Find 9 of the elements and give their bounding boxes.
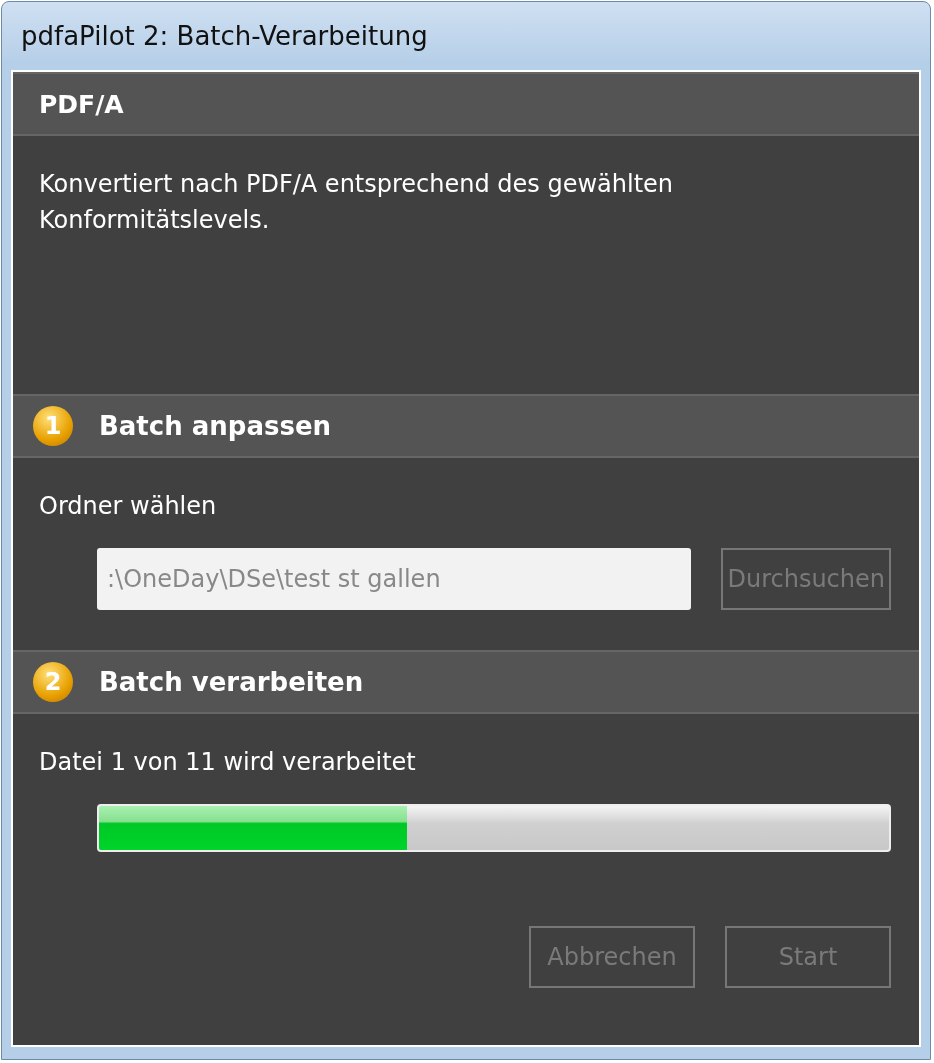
- step-number-badge: 1: [33, 406, 73, 446]
- section-title: Batch anpassen: [99, 411, 332, 441]
- section-label: Datei 1 von 11 wird verarbeitet: [39, 748, 417, 776]
- section-title: Batch verarbeiten: [99, 667, 364, 697]
- header-title: PDF/A: [39, 89, 124, 119]
- step-number-badge: 2: [33, 662, 73, 702]
- description-text: Konvertiert nach PDF/A entsprechend des gewählten Konformitätslevels.: [39, 169, 675, 236]
- window-title: pdfaPilot 2: Batch-Verarbeitung: [21, 21, 428, 51]
- section-label: Ordner wählen: [39, 492, 218, 520]
